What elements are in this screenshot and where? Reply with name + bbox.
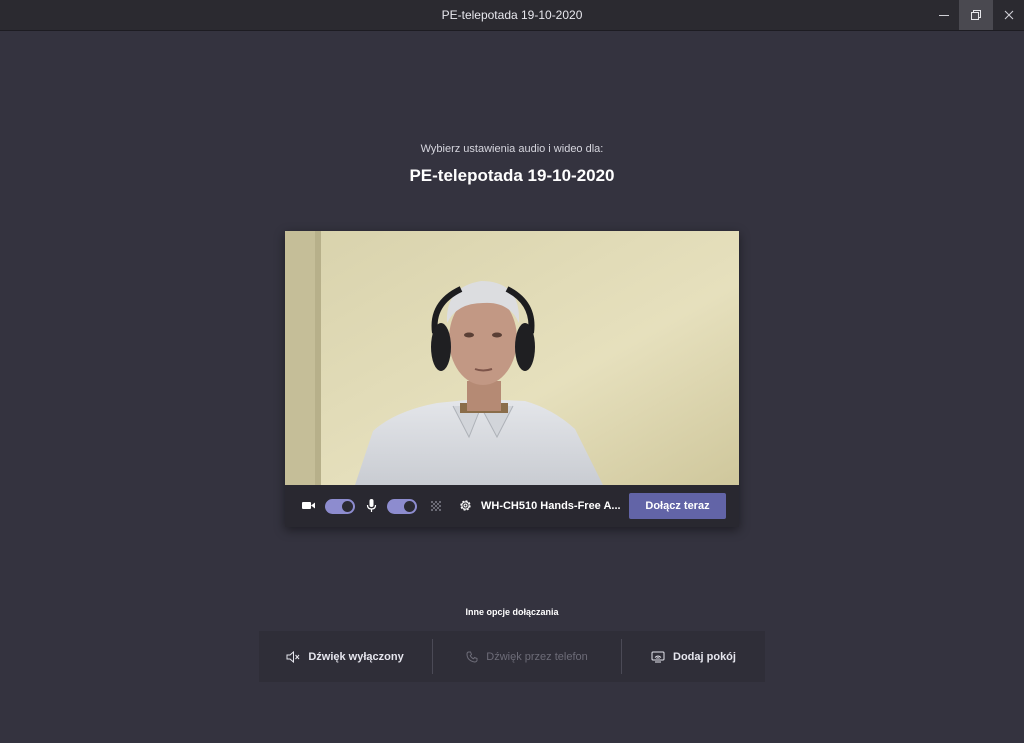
- audio-off-option[interactable]: Dźwięk wyłączony: [259, 631, 431, 682]
- minimize-icon: [939, 15, 949, 16]
- add-room-option[interactable]: Dodaj pokój: [622, 631, 765, 682]
- gear-icon: [460, 500, 471, 511]
- other-join-options-label: Inne opcje dołączania: [465, 607, 559, 617]
- minimize-button[interactable]: [929, 0, 959, 30]
- microphone-icon: [366, 498, 377, 513]
- restore-button[interactable]: [959, 0, 993, 30]
- other-join-options: Dźwięk wyłączony Dźwięk przez telefon Do…: [259, 631, 765, 682]
- phone-audio-label: Dźwięk przez telefon: [486, 650, 588, 663]
- join-now-button[interactable]: Dołącz teraz: [629, 493, 726, 519]
- prejoin-subtitle: Wybierz ustawienia audio i wideo dla:: [420, 143, 604, 155]
- device-settings-button[interactable]: [458, 498, 473, 513]
- close-button[interactable]: [993, 0, 1024, 30]
- camera-toggle-knob: [342, 501, 353, 512]
- cast-screen-icon: [651, 651, 665, 662]
- device-controls-bar: WH-CH510 Hands-Free A... Dołącz teraz: [285, 485, 739, 527]
- phone-icon: [466, 651, 478, 663]
- audio-off-label: Dźwięk wyłączony: [308, 650, 404, 663]
- background-blur-icon: [431, 501, 441, 511]
- camera-toggle[interactable]: [325, 499, 355, 514]
- phone-audio-option[interactable]: Dźwięk przez telefon: [433, 631, 621, 682]
- restore-icon: [971, 10, 981, 20]
- camera-icon: [301, 499, 316, 512]
- microphone-toggle[interactable]: [387, 499, 417, 514]
- meeting-title: PE-telepotada 19-10-2020: [409, 166, 615, 185]
- speaker-mute-icon: [286, 650, 300, 663]
- audio-device-label[interactable]: WH-CH510 Hands-Free A...: [481, 485, 621, 527]
- camera-preview-image: [285, 231, 739, 485]
- background-effects-button[interactable]: [430, 500, 442, 512]
- window-title: PE-telepotada 19-10-2020: [441, 8, 583, 22]
- title-bar: PE-telepotada 19-10-2020: [0, 0, 1024, 31]
- video-preview-card: WH-CH510 Hands-Free A... Dołącz teraz: [285, 231, 739, 527]
- close-icon: [1004, 10, 1013, 20]
- add-room-label: Dodaj pokój: [673, 650, 736, 663]
- microphone-toggle-knob: [404, 501, 415, 512]
- camera-preview: [285, 231, 739, 485]
